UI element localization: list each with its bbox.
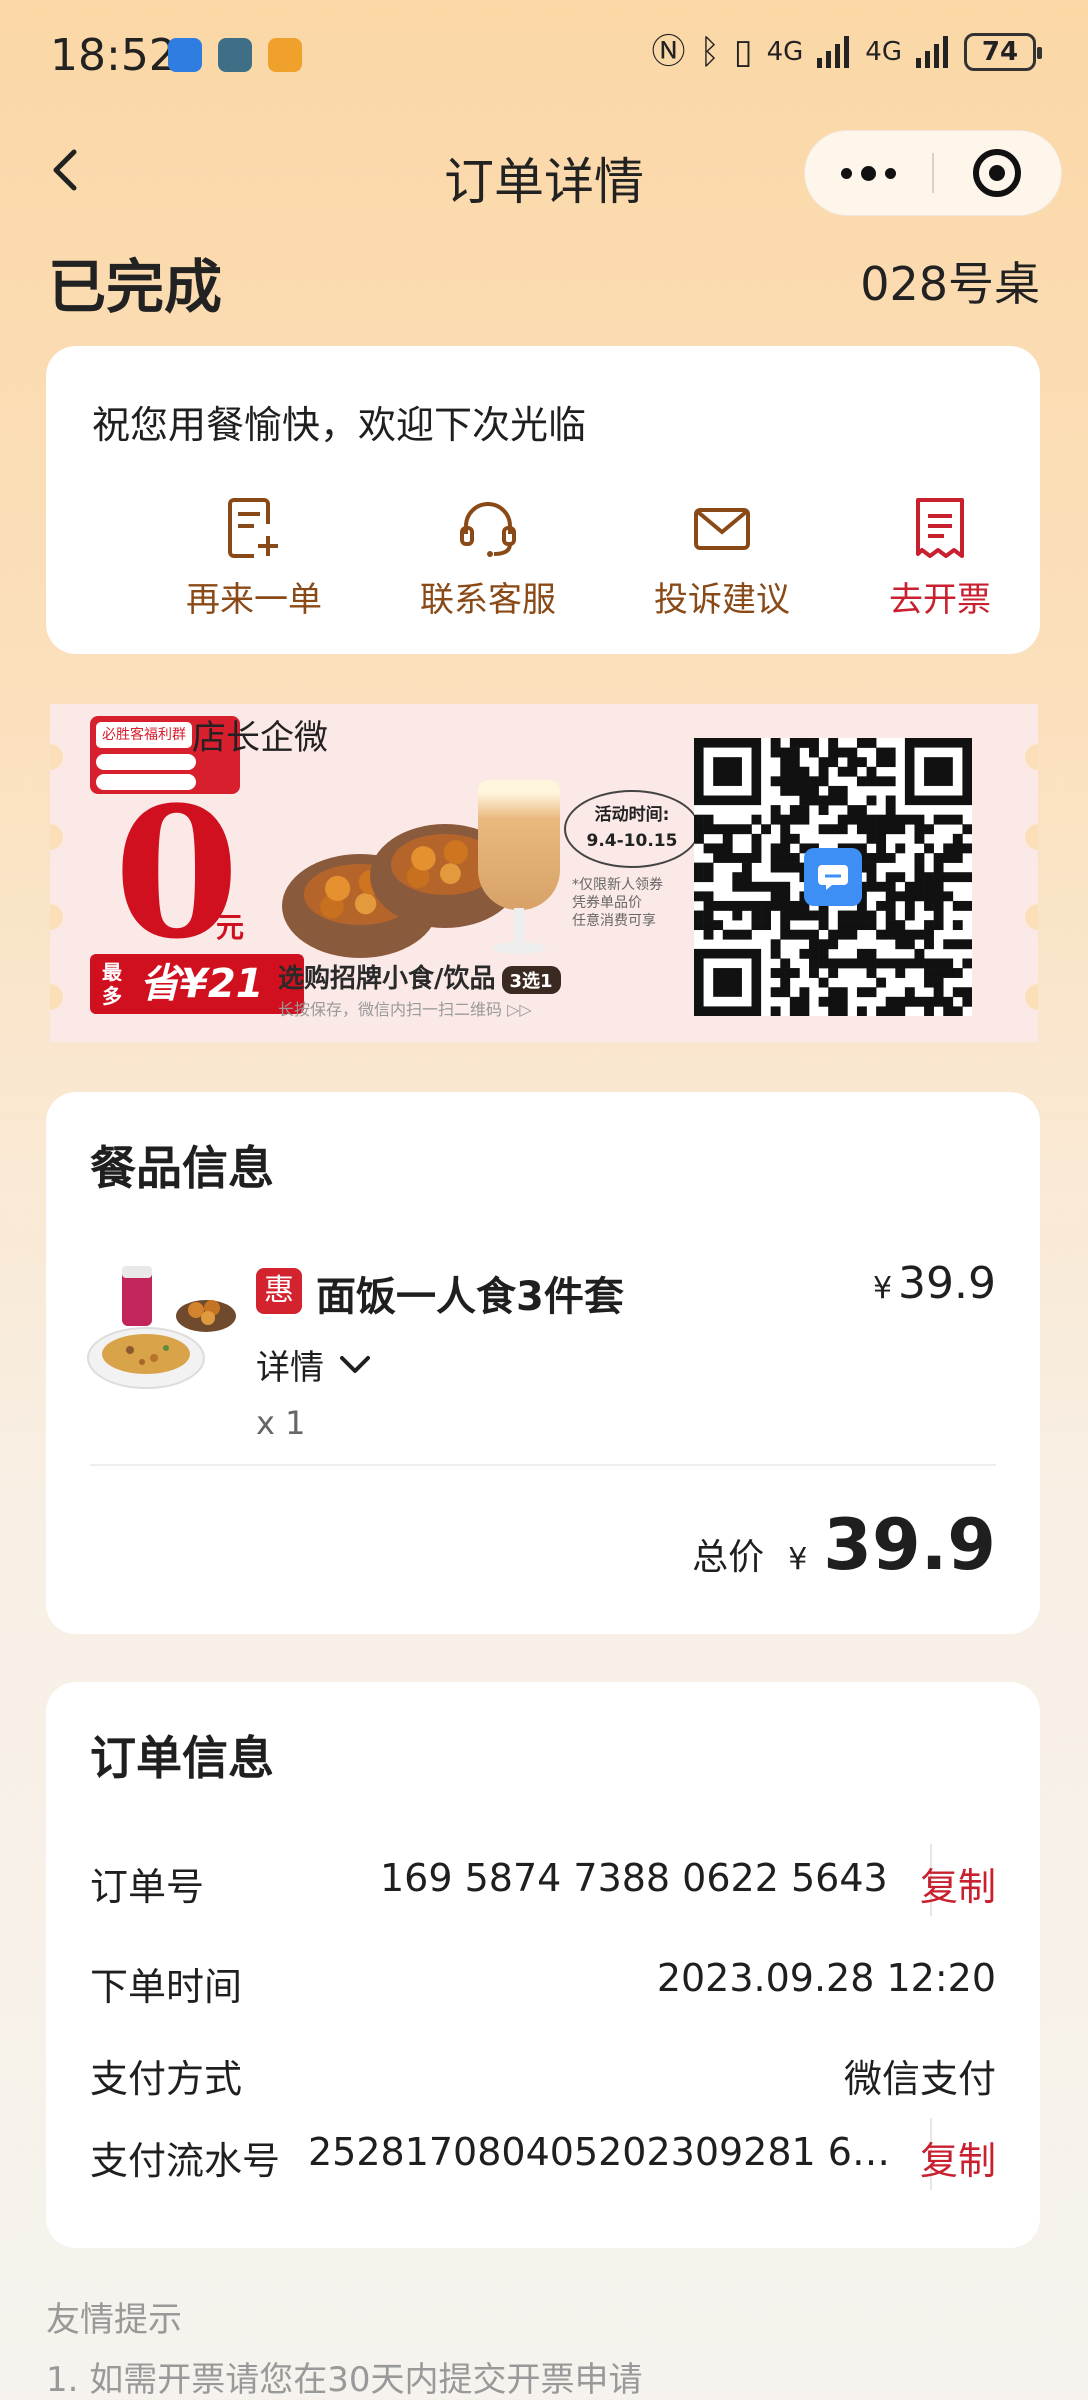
copy-order-number-button[interactable]: 复制 (920, 1856, 996, 1911)
banner-scan-hint: 长按保存，微信内扫一扫二维码 ▷▷ (278, 1000, 532, 1019)
invoice-button[interactable]: 去开票 (850, 496, 1030, 621)
banner-heading: 店长企微 (192, 718, 328, 758)
payment-method-value: 微信支付 (843, 2057, 996, 2101)
complaint-label: 投诉建议 (654, 580, 790, 620)
nfc-icon: Ⓝ (651, 32, 686, 72)
target-close-icon[interactable] (934, 130, 1061, 216)
order-time-value: 2023.09.28 12:20 (656, 1956, 996, 2000)
banner-choose-text: 选购招牌小食/饮品 3选1 (278, 958, 561, 995)
discount-badge: 惠 (256, 1268, 302, 1314)
complaint-button[interactable]: 投诉建议 (632, 496, 812, 621)
banner-note: *仅限新人领券 凭券单品价 任意消费可享 (572, 877, 663, 929)
food-section-title: 餐品信息 (90, 1141, 274, 1195)
reorder-icon (228, 498, 278, 558)
chevron-down-icon (340, 1355, 370, 1373)
table-number: 028号桌 (860, 257, 1040, 311)
payment-serial-value: 252817080405202309281 6… (308, 2130, 890, 2174)
order-section-title: 订单信息 (90, 1731, 274, 1785)
item-price: ¥39.9 (872, 1258, 996, 1309)
activity-time-badge: 活动时间: 9.4-10.15 (564, 790, 700, 868)
network-label-1: 4G (766, 37, 804, 67)
save-badge: 最多 省¥21 (90, 954, 304, 1014)
signal-icon (817, 36, 850, 68)
total-value: 39.9 (823, 1504, 996, 1586)
customer-service-button[interactable]: 联系客服 (398, 496, 578, 621)
item-quantity: x 1 (256, 1404, 306, 1442)
meal-image (84, 1262, 240, 1394)
divider (90, 1464, 996, 1466)
greeting-card: 祝您用餐愉快，欢迎下次光临 再来一单 联系客服 投诉建议 去开票 (46, 346, 1040, 654)
greeting-text: 祝您用餐愉快，欢迎下次光临 (92, 403, 587, 447)
invoice-label: 去开票 (889, 580, 991, 620)
mail-icon (694, 508, 750, 550)
total-price: 总价 ¥ 39.9 (692, 1504, 996, 1586)
promo-banner[interactable]: 必胜客福利群 店长企微 0 元 最多 省¥21 活动时间: 9.4-10.15 … (50, 704, 1038, 1042)
payment-serial-label: 支付流水号 (90, 2139, 281, 2183)
battery-icon: 74 (964, 33, 1042, 71)
order-status: 已完成 (48, 253, 223, 321)
status-bar: 18:52 Ⓝ ᛒ ▯ 4G 4G 74 (0, 0, 1088, 110)
invoice-icon (916, 498, 964, 558)
network-label-2: 4G (865, 37, 902, 67)
banner-unit: 元 (216, 911, 245, 944)
order-number-label: 订单号 (90, 1865, 205, 1909)
message-notification-icon (218, 38, 252, 72)
item-detail-toggle[interactable]: 详情 (256, 1340, 372, 1389)
mini-program-capsule (804, 130, 1062, 216)
message-icon (804, 848, 862, 906)
reorder-label: 再来一单 (186, 580, 322, 620)
copy-payment-serial-button[interactable]: 复制 (920, 2130, 996, 2185)
item-name: 面饭一人食3件套 (316, 1274, 624, 1320)
order-number-row: 订单号 169 5874 7388 0622 5643 复制 (90, 1844, 996, 1916)
order-time-label: 下单时间 (90, 1965, 243, 2009)
more-dots-icon[interactable] (805, 130, 932, 216)
app-notification-icon (168, 38, 202, 72)
signal-icon (916, 36, 948, 68)
bluetooth-icon: ᛒ (699, 32, 720, 72)
order-number-value: 169 5874 7388 0622 5643 (380, 1856, 888, 1900)
detail-label: 详情 (256, 1348, 324, 1388)
food-app-notification-icon (268, 38, 302, 72)
qr-code-image[interactable] (694, 738, 973, 1017)
payment-serial-row: 支付流水号 252817080405202309281 6… 复制 (90, 2118, 996, 2190)
vibrate-icon: ▯ (733, 32, 753, 72)
food-info-card: 餐品信息 惠 面饭一人食3件套 ¥39.9 详情 x 1 总价 ¥ 39.9 (46, 1092, 1040, 1634)
headset-icon (460, 502, 516, 557)
drink-glass-image (478, 780, 560, 958)
reorder-button[interactable]: 再来一单 (164, 496, 344, 621)
order-info-card: 订单信息 订单号 169 5874 7388 0622 5643 复制 下单时间… (46, 1682, 1040, 2248)
payment-method-row: 支付方式 微信支付 (90, 2042, 996, 2102)
status-time: 18:52 (50, 30, 177, 81)
nav-bar: 订单详情 (0, 118, 1088, 222)
customer-service-label: 联系客服 (420, 580, 556, 620)
tips-line: 1. 如需开票请您在30天内提交开票申请 (46, 2360, 643, 2400)
tips-title: 友情提示 (46, 2300, 182, 2340)
order-time-row: 下单时间 2023.09.28 12:20 (90, 1950, 996, 2010)
total-label: 总价 (692, 1537, 765, 1578)
payment-method-label: 支付方式 (90, 2057, 243, 2101)
